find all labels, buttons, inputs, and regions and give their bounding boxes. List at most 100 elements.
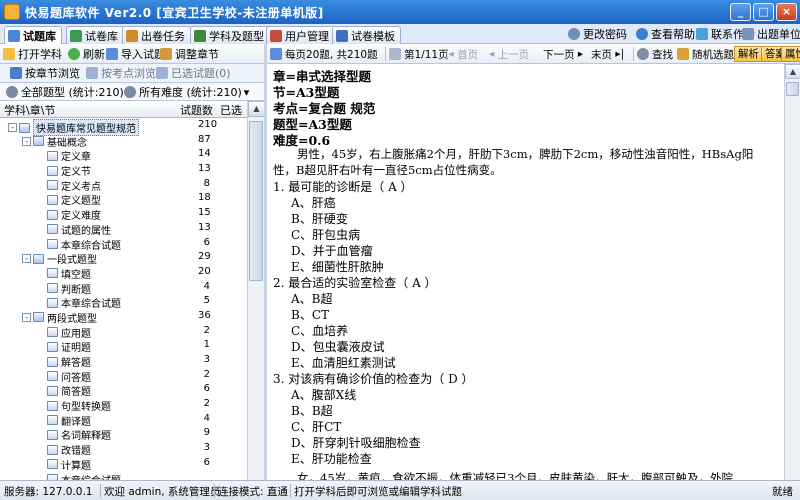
tab-question-bank[interactable]: 试题库 [4, 26, 62, 45]
content-scrollbar[interactable]: ▲ [784, 64, 800, 480]
page-icon [47, 194, 58, 205]
tree-row[interactable]: 定义章 14 [0, 147, 247, 163]
tree-node-count: 13 [198, 221, 211, 233]
tree-row[interactable]: 翻译题 4 [0, 412, 247, 428]
open-subject-button[interactable]: 打开学科 [3, 46, 62, 62]
first-page-button[interactable]: |◂ 首页 [445, 46, 478, 62]
tree-node[interactable]: 本章综合试题 [36, 472, 121, 480]
tree-row[interactable]: 问答题 2 [0, 368, 247, 384]
ready-status: 就绪 [772, 486, 793, 498]
random-select-button[interactable]: 随机选题 [677, 46, 734, 62]
tree-row[interactable]: - 一段式题型 29 [0, 250, 247, 266]
import-questions-button[interactable]: 导入试题 [106, 46, 165, 62]
filter-icon [6, 86, 18, 98]
tab-templates[interactable]: 试卷模板 [332, 26, 401, 44]
tab-paper-bank[interactable]: 试卷库 [66, 26, 124, 44]
tree-row[interactable]: 计算题 6 [0, 456, 247, 472]
change-password-link[interactable]: 更改密码 [568, 26, 627, 42]
prev-page-button[interactable]: ◂ 上一页 [489, 46, 529, 62]
page-size-button[interactable]: 每页20题, 共210题 [270, 46, 378, 62]
tree-row[interactable]: - 基础概念 87 [0, 133, 247, 149]
scroll-thumb[interactable] [786, 82, 799, 96]
tree-row[interactable]: 解答题 3 [0, 353, 247, 369]
point-icon [86, 67, 98, 79]
tree-row[interactable]: 定义考点 8 [0, 177, 247, 193]
scroll-up-arrow[interactable]: ▲ [248, 101, 265, 117]
question-stem: 男性，45岁，右上腹胀痛2个月，肝肋下3cm，脾肋下2cm，移动性浊音阳性，HB… [297, 147, 754, 161]
first-page-icon: |◂ [445, 48, 454, 60]
tree-row[interactable]: 本章综合试题 6 [0, 236, 247, 252]
collapse-toggle-icon[interactable]: - [8, 123, 17, 132]
column-header-count[interactable]: 试题数 [180, 102, 213, 118]
app-icon [4, 4, 20, 20]
tree-row[interactable]: 定义节 13 [0, 162, 247, 178]
refresh-button[interactable]: 刷新 [68, 46, 105, 62]
option-line: D、并于血管瘤 [291, 244, 373, 258]
tree-row[interactable]: 定义题型 18 [0, 191, 247, 207]
tree-row[interactable]: 改错题 3 [0, 441, 247, 457]
question-stem-cont: 性，B超见肝右叶有一直径5cm占位性病变。 [273, 163, 502, 177]
tree-row[interactable]: 证明题 1 [0, 338, 247, 354]
adjust-icon [160, 48, 172, 60]
tree-node-count: 6 [203, 236, 210, 248]
tree-row[interactable]: 名词解释题 9 [0, 426, 247, 442]
last-page-button[interactable]: 末页 ▸| [591, 46, 624, 62]
help-link[interactable]: 查看帮助 [636, 26, 695, 42]
option-line: E、血清胆红素测试 [291, 356, 396, 370]
difficulty-filter-label: 所有难度 (统计:210) [139, 86, 242, 99]
server-status: 服务器: 127.0.0.1 [4, 486, 93, 498]
browse-mode-bar: 按章节浏览 按考点浏览 已选试题(0) [0, 64, 265, 83]
next-page-label: 下一页 [543, 48, 575, 61]
find-button[interactable]: 查找 [637, 46, 673, 62]
tree-scrollbar[interactable]: ▲ [247, 101, 265, 480]
tree-row[interactable]: 定义难度 15 [0, 206, 247, 222]
close-button[interactable]: × [776, 3, 797, 21]
question-type-filter[interactable]: 全部题型 (统计:210) ▾ [6, 84, 131, 100]
tree-row[interactable]: 应用题 2 [0, 324, 247, 340]
tree-row[interactable]: - 两段式题型 36 [0, 309, 247, 325]
column-header-selected[interactable]: 已选 [220, 102, 242, 118]
scroll-up-arrow[interactable]: ▲ [785, 64, 800, 79]
welcome-status: 欢迎 admin, 系统管理员 [104, 486, 221, 498]
tree-row[interactable]: 判断题 4 [0, 280, 247, 296]
scroll-thumb[interactable] [249, 121, 263, 281]
browse-chapter-label: 按章节浏览 [25, 67, 80, 80]
tree-row[interactable]: 填空题 20 [0, 265, 247, 281]
chapter-icon [10, 67, 22, 79]
page-icon [47, 150, 58, 161]
selected-questions-button[interactable]: 已选试题(0) [156, 65, 231, 81]
minimize-button[interactable]: _ [730, 3, 751, 21]
connection-mode-status: 连接模式: 直通 [218, 486, 288, 498]
tree-row[interactable]: - 快易题库常见题型规范 210 [0, 118, 247, 136]
paper-bank-icon [70, 29, 82, 42]
browse-by-chapter-button[interactable]: 按章节浏览 [10, 65, 80, 81]
issuer-link[interactable]: 出题单位 [742, 26, 800, 42]
adjust-chapters-button[interactable]: 调整章节 [160, 46, 219, 62]
tree-row[interactable]: 本章综合试题 5 [0, 294, 247, 310]
page-icon [47, 356, 58, 367]
attribute-toggle[interactable]: 属性 [781, 46, 800, 62]
column-header-chapter[interactable]: 学科\章\节 [4, 102, 55, 118]
question-content[interactable]: 章=串式选择型题 节=A3型题 考点=复合题 规范 题型=A3型题 难度=0.6… [267, 64, 784, 480]
page-icon [47, 297, 58, 308]
tab-label: 用户管理 [285, 29, 329, 43]
tab-exam-tasks[interactable]: 出卷任务 [122, 26, 191, 44]
tab-users[interactable]: 用户管理 [266, 26, 335, 44]
title-bar: 快易题库软件 Ver2.0 [宜宾卫生学校-未注册单机版] _ □ × [0, 0, 800, 24]
analysis-toggle[interactable]: 解析 [734, 46, 763, 62]
tree-row[interactable]: 试题的属性 13 [0, 221, 247, 237]
collapse-toggle-icon[interactable]: - [22, 136, 31, 146]
option-line: D、肝穿刺针吸细胞检查 [291, 436, 421, 450]
tree-node-count: 29 [198, 251, 211, 263]
tab-subjects[interactable]: 学科及题型 [190, 26, 270, 44]
tree-row[interactable]: 简答题 6 [0, 382, 247, 398]
collapse-toggle-icon[interactable]: - [22, 312, 31, 322]
maximize-button[interactable]: □ [753, 3, 774, 21]
browse-by-point-button[interactable]: 按考点浏览 [86, 65, 156, 81]
difficulty-filter[interactable]: 所有难度 (统计:210) ▾ [124, 84, 249, 100]
page-number: 第1/11页 [389, 46, 449, 62]
tree-row[interactable]: 句型转换题 2 [0, 397, 247, 413]
tree-row[interactable]: 本章综合试题 [0, 471, 247, 480]
next-page-button[interactable]: 下一页 ▸ [543, 46, 583, 62]
collapse-toggle-icon[interactable]: - [22, 254, 31, 264]
